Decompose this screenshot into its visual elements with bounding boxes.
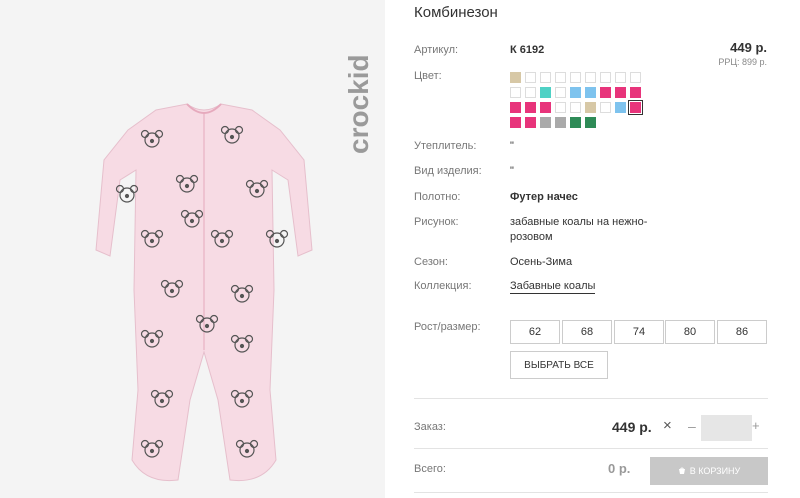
collection-link-text[interactable]: Забавные коалы bbox=[510, 280, 596, 294]
order-price: 449 р. bbox=[612, 419, 652, 435]
color-swatch[interactable] bbox=[525, 72, 536, 83]
season-value: Осень-Зима bbox=[510, 256, 573, 268]
remove-icon[interactable]: × bbox=[663, 417, 672, 434]
color-swatch[interactable] bbox=[555, 87, 566, 98]
color-swatch[interactable] bbox=[600, 102, 611, 113]
color-swatch[interactable] bbox=[585, 117, 596, 128]
product-image-panel: crockid bbox=[0, 0, 385, 498]
total-value: 0 р. bbox=[608, 461, 631, 476]
type-label: Вид изделия: bbox=[414, 165, 482, 177]
season-label: Сезон: bbox=[414, 256, 448, 268]
product-title: Комбинезон bbox=[414, 4, 498, 21]
color-swatch[interactable] bbox=[615, 102, 626, 113]
color-swatch[interactable] bbox=[510, 102, 521, 113]
divider bbox=[414, 448, 768, 449]
divider bbox=[414, 492, 768, 493]
color-swatch[interactable] bbox=[540, 87, 551, 98]
color-swatch[interactable] bbox=[525, 87, 536, 98]
color-swatch[interactable] bbox=[570, 117, 581, 128]
print-value-line1: забавные коалы на нежно- bbox=[510, 216, 648, 228]
article-label: Артикул: bbox=[414, 44, 459, 56]
color-swatch[interactable] bbox=[585, 102, 596, 113]
color-swatch[interactable] bbox=[630, 87, 641, 98]
color-swatch[interactable] bbox=[600, 87, 611, 98]
brand-text: crockid bbox=[343, 54, 374, 154]
product-photo-romper[interactable] bbox=[92, 100, 316, 490]
color-swatch[interactable] bbox=[510, 117, 521, 128]
color-swatch[interactable] bbox=[628, 100, 643, 115]
collection-link[interactable]: Забавные коалы bbox=[510, 280, 596, 294]
fabric-label: Полотно: bbox=[414, 191, 461, 203]
color-swatch[interactable] bbox=[615, 87, 626, 98]
color-swatch[interactable] bbox=[600, 72, 611, 83]
print-label: Рисунок: bbox=[414, 216, 459, 228]
price: 449 р. bbox=[730, 40, 767, 55]
size-button-86[interactable]: 86 bbox=[717, 320, 767, 344]
crockid-logo: crockid bbox=[343, 54, 374, 154]
color-swatch[interactable] bbox=[570, 102, 581, 113]
color-swatch[interactable] bbox=[570, 87, 581, 98]
color-swatch[interactable] bbox=[570, 72, 581, 83]
color-swatch[interactable] bbox=[555, 102, 566, 113]
size-button-62[interactable]: 62 bbox=[510, 320, 560, 344]
color-swatch[interactable] bbox=[525, 102, 536, 113]
size-button-68[interactable]: 68 bbox=[562, 320, 612, 344]
color-swatch[interactable] bbox=[615, 72, 626, 83]
article-value: К 6192 bbox=[510, 44, 545, 56]
collection-label: Коллекция: bbox=[414, 280, 472, 292]
size-button-80[interactable]: 80 bbox=[665, 320, 715, 344]
quantity-input[interactable] bbox=[701, 415, 752, 441]
type-value: " bbox=[510, 165, 514, 177]
decrement-button[interactable]: – bbox=[688, 418, 696, 434]
color-swatch[interactable] bbox=[510, 72, 521, 83]
color-swatch[interactable] bbox=[585, 87, 596, 98]
color-swatch[interactable] bbox=[540, 117, 551, 128]
color-swatch[interactable] bbox=[525, 117, 536, 128]
color-swatch[interactable] bbox=[585, 72, 596, 83]
print-value-line2: розовом bbox=[510, 231, 553, 243]
fabric-value: Футер начес bbox=[510, 191, 578, 203]
insulation-label: Утеплитель: bbox=[414, 140, 477, 152]
color-swatch[interactable] bbox=[540, 72, 551, 83]
total-label: Всего: bbox=[414, 463, 446, 475]
color-swatch[interactable] bbox=[555, 117, 566, 128]
color-label: Цвет: bbox=[414, 70, 442, 82]
rrp-price: РРЦ: 899 р. bbox=[718, 57, 767, 67]
add-to-cart-button[interactable]: В КОРЗИНУ bbox=[650, 457, 768, 485]
insulation-value: " bbox=[510, 140, 514, 152]
select-all-button[interactable]: ВЫБРАТЬ ВСЕ bbox=[510, 351, 608, 379]
color-swatch[interactable] bbox=[540, 102, 551, 113]
order-label: Заказ: bbox=[414, 421, 446, 433]
color-swatch[interactable] bbox=[630, 72, 641, 83]
color-swatch[interactable] bbox=[555, 72, 566, 83]
size-label: Рост/размер: bbox=[414, 321, 481, 333]
add-to-cart-label: В КОРЗИНУ bbox=[689, 466, 741, 476]
cart-icon bbox=[678, 467, 685, 474]
divider bbox=[414, 398, 768, 399]
size-button-74[interactable]: 74 bbox=[614, 320, 664, 344]
increment-button[interactable]: + bbox=[752, 418, 760, 433]
color-swatch[interactable] bbox=[510, 87, 521, 98]
